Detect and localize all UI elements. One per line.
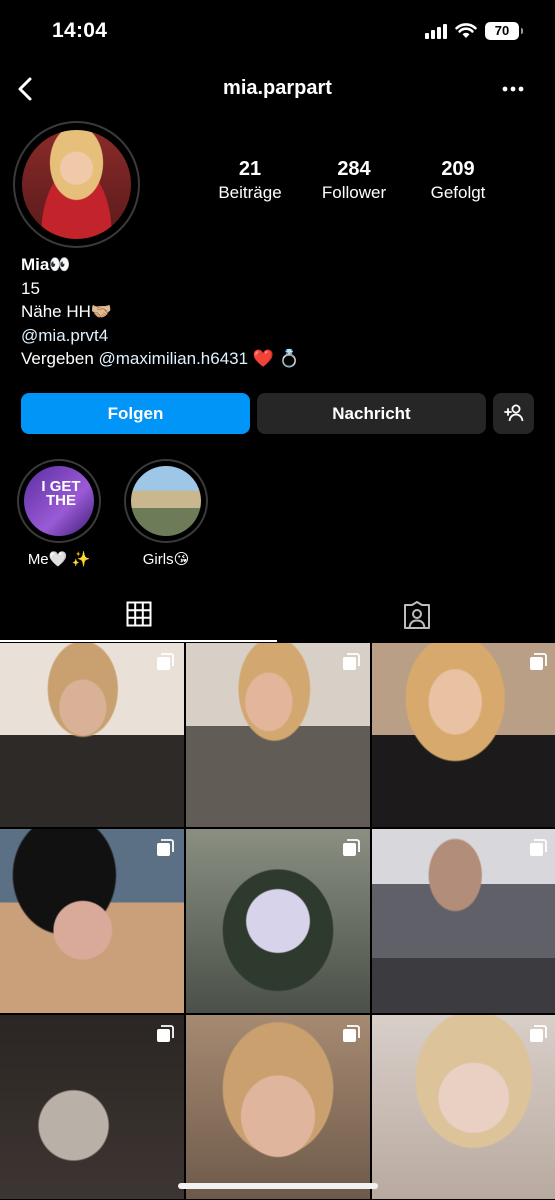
post-thumbnail[interactable] bbox=[372, 829, 555, 1013]
more-options-icon[interactable] bbox=[499, 78, 527, 100]
posts-grid bbox=[0, 643, 555, 1199]
add-person-icon bbox=[503, 404, 523, 422]
profile-username: mia.parpart bbox=[223, 77, 332, 99]
multiple-photos-icon bbox=[343, 1025, 360, 1042]
followers-count: 284 bbox=[337, 158, 371, 180]
status-bar: 14:04 70 bbox=[0, 0, 555, 62]
bio-mention-link[interactable]: @mia.prvt4 bbox=[21, 324, 300, 348]
stat-followers[interactable]: 284 Follower bbox=[304, 158, 404, 203]
following-label: Gefolgt bbox=[430, 183, 486, 202]
post-thumbnail[interactable] bbox=[186, 829, 370, 1013]
avatar-image bbox=[22, 130, 131, 239]
posts-label: Beiträge bbox=[218, 183, 282, 202]
post-thumbnail[interactable] bbox=[0, 1015, 184, 1199]
post-thumbnail[interactable] bbox=[0, 643, 184, 827]
stat-posts[interactable]: 21 Beiträge bbox=[200, 158, 300, 203]
profile-stats: 21 Beiträge 284 Follower 209 Gefolgt bbox=[190, 158, 510, 208]
highlight-me[interactable]: I GET THE Me🤍 ✨ bbox=[17, 459, 101, 568]
status-time: 14:04 bbox=[52, 19, 108, 42]
followers-label: Follower bbox=[321, 183, 387, 202]
message-button[interactable]: Nachricht bbox=[257, 393, 486, 434]
multiple-photos-icon bbox=[157, 839, 174, 856]
bio-line-age: 15 bbox=[21, 278, 40, 298]
highlight-label: Girls😘 bbox=[142, 551, 190, 568]
battery-icon: 70 bbox=[485, 22, 523, 40]
tab-posts-grid[interactable] bbox=[0, 590, 277, 642]
tagged-person-icon bbox=[404, 601, 430, 629]
bio-partner-mention-link[interactable]: @maximilian.h6431 bbox=[99, 349, 249, 368]
profile-tabs bbox=[0, 590, 555, 642]
highlight-label: Me🤍 ✨ bbox=[27, 551, 91, 568]
bio-name: Mia👀 bbox=[21, 255, 71, 274]
bio-line-location: Nähe HH🤝🏼 bbox=[21, 302, 113, 321]
post-thumbnail[interactable] bbox=[372, 1015, 555, 1199]
status-icons: 70 bbox=[425, 22, 523, 40]
cellular-signal-icon bbox=[425, 23, 447, 39]
multiple-photos-icon bbox=[530, 839, 547, 856]
multiple-photos-icon bbox=[530, 1025, 547, 1042]
post-thumbnail[interactable] bbox=[372, 643, 555, 827]
profile-avatar[interactable] bbox=[13, 121, 140, 248]
highlight-ring bbox=[124, 459, 208, 543]
post-thumbnail[interactable] bbox=[186, 643, 370, 827]
wifi-icon bbox=[455, 23, 477, 38]
multiple-photos-icon bbox=[530, 653, 547, 670]
profile-header: mia.parpart bbox=[0, 66, 555, 112]
multiple-photos-icon bbox=[343, 839, 360, 856]
highlight-cover-text: I GET THE bbox=[41, 478, 81, 509]
multiple-photos-icon bbox=[343, 653, 360, 670]
highlight-cover-image: I GET THE bbox=[24, 466, 94, 536]
bio-relationship-text: Vergeben bbox=[21, 349, 99, 368]
tab-tagged[interactable] bbox=[278, 590, 555, 642]
multiple-photos-icon bbox=[157, 653, 174, 670]
highlight-cover-image bbox=[131, 466, 201, 536]
stat-following[interactable]: 209 Gefolgt bbox=[408, 158, 508, 203]
following-count: 209 bbox=[441, 158, 475, 180]
highlight-ring: I GET THE bbox=[17, 459, 101, 543]
post-thumbnail[interactable] bbox=[186, 1015, 370, 1199]
follow-button[interactable]: Folgen bbox=[21, 393, 250, 434]
posts-count: 21 bbox=[238, 158, 262, 180]
profile-bio: Mia👀 15 Nähe HH🤝🏼 @mia.prvt4 Vergeben @m… bbox=[21, 253, 300, 371]
highlight-girls[interactable]: Girls😘 bbox=[124, 459, 208, 568]
bio-line-relationship: Vergeben @maximilian.h6431 ❤️ 💍 bbox=[21, 347, 300, 371]
suggested-users-button[interactable] bbox=[493, 393, 534, 434]
home-indicator[interactable] bbox=[178, 1183, 378, 1189]
bio-relationship-emoji: ❤️ 💍 bbox=[248, 349, 300, 368]
grid-icon bbox=[126, 601, 152, 627]
post-thumbnail[interactable] bbox=[0, 829, 184, 1013]
multiple-photos-icon bbox=[157, 1025, 174, 1042]
